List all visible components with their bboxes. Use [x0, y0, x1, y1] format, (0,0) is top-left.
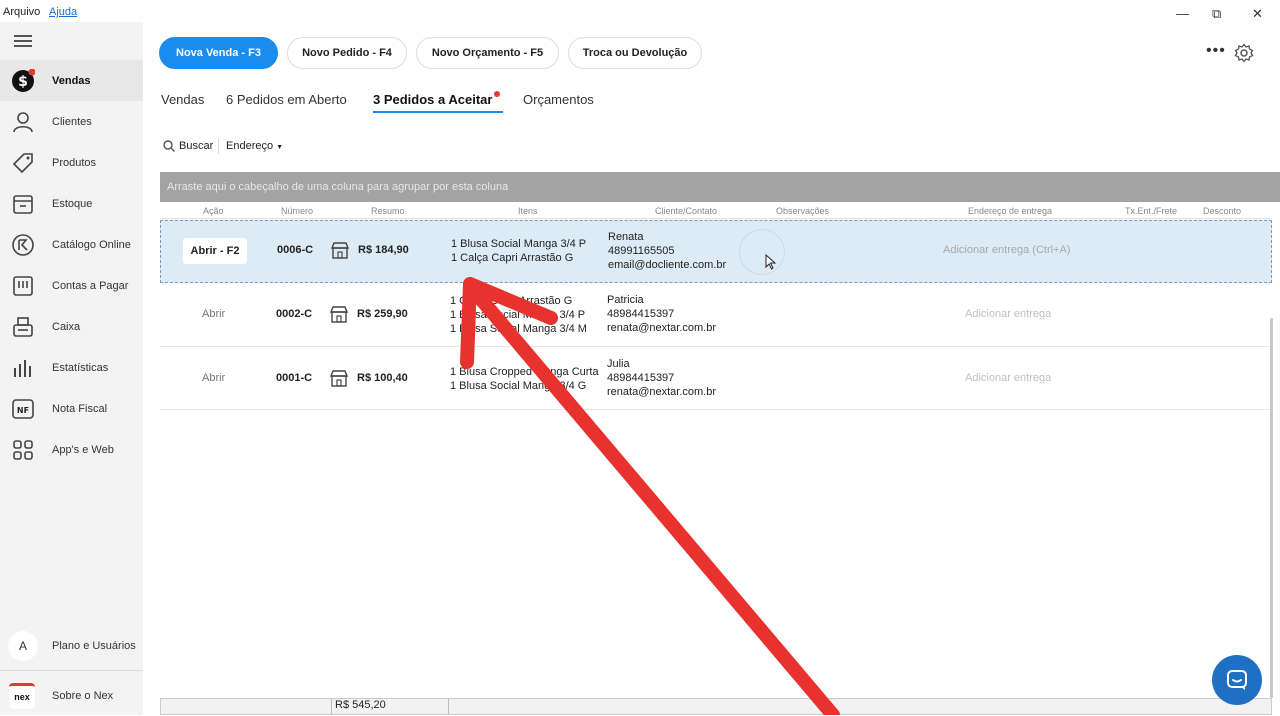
- chat-button[interactable]: [1212, 655, 1262, 705]
- chat-icon: [1227, 670, 1247, 690]
- annotation-arrow: [460, 277, 840, 715]
- arrow-shaft: [473, 291, 840, 715]
